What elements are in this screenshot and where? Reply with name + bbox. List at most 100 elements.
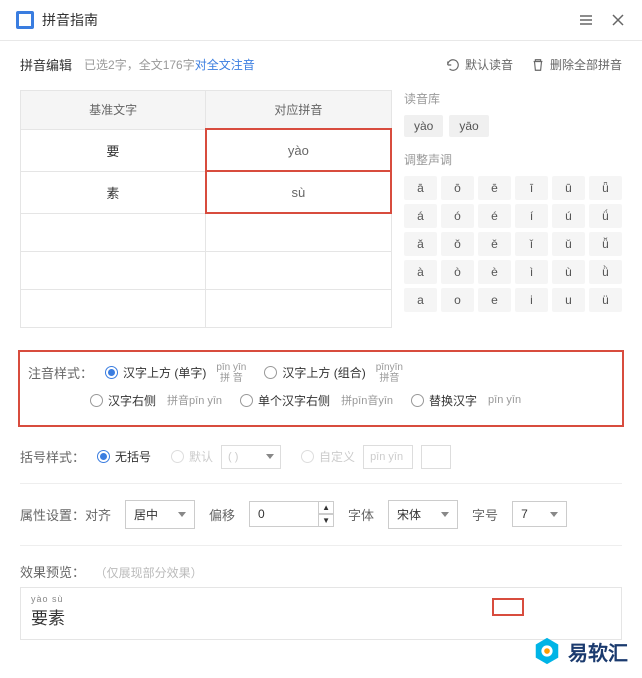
tone-cell[interactable]: ō bbox=[441, 176, 474, 200]
brand-name: 易软汇 bbox=[568, 637, 628, 666]
tone-cell[interactable]: o bbox=[441, 288, 474, 312]
char-cell: 要 bbox=[21, 129, 206, 171]
tone-cell[interactable]: ā bbox=[404, 176, 437, 200]
radio-icon bbox=[171, 450, 184, 463]
tone-cell[interactable]: i bbox=[515, 288, 548, 312]
tone-cell[interactable]: ü bbox=[589, 288, 622, 312]
menu-icon[interactable] bbox=[578, 12, 594, 28]
reading-chip[interactable]: yào bbox=[404, 115, 443, 137]
tone-cell[interactable]: ū bbox=[552, 176, 585, 200]
delete-all-label: 删除全部拼音 bbox=[550, 56, 622, 73]
chevron-down-icon bbox=[178, 512, 186, 517]
table-row[interactable]: 素 sù bbox=[21, 171, 392, 213]
style-sample: 拼音pīn yīn bbox=[167, 392, 222, 408]
radio-icon bbox=[240, 394, 253, 407]
tone-cell[interactable]: í bbox=[515, 204, 548, 228]
default-reading-button[interactable]: 默认读音 bbox=[446, 56, 513, 73]
tone-cell[interactable]: ù bbox=[552, 260, 585, 284]
chevron-down-icon bbox=[441, 512, 449, 517]
tone-cell[interactable]: ǔ bbox=[552, 232, 585, 256]
font-label: 字体 bbox=[348, 505, 374, 524]
radio-icon bbox=[411, 394, 424, 407]
align-label: 属性设置：对齐 bbox=[20, 505, 111, 524]
tone-cell[interactable]: ǘ bbox=[589, 204, 622, 228]
style-sample: pīn yīn bbox=[488, 394, 521, 406]
default-reading-label: 默认读音 bbox=[465, 56, 513, 73]
tone-cell[interactable]: ò bbox=[441, 260, 474, 284]
table-row bbox=[21, 251, 392, 289]
align-select[interactable]: 居中 bbox=[125, 500, 195, 529]
tone-cell[interactable]: ǎ bbox=[404, 232, 437, 256]
divider bbox=[20, 545, 622, 546]
tone-cell[interactable]: e bbox=[478, 288, 511, 312]
font-select[interactable]: 宋体 bbox=[388, 500, 458, 529]
reading-chip[interactable]: yāo bbox=[449, 115, 488, 137]
tone-cell[interactable]: ǜ bbox=[589, 260, 622, 284]
tone-cell[interactable]: u bbox=[552, 288, 585, 312]
style-option-above-single[interactable]: 汉字上方 (单字) bbox=[105, 364, 206, 381]
chevron-down-icon bbox=[266, 454, 274, 459]
refresh-icon bbox=[446, 58, 460, 72]
offset-down[interactable]: ▼ bbox=[318, 514, 334, 527]
logo-icon bbox=[532, 636, 562, 666]
annotate-all-link[interactable]: 对全文注音 bbox=[195, 56, 255, 73]
trash-icon bbox=[531, 58, 545, 72]
tone-cell[interactable]: ī bbox=[515, 176, 548, 200]
char-cell: 素 bbox=[21, 171, 206, 213]
window-title: 拼音指南 bbox=[42, 10, 578, 30]
tone-grid: āōēīūǖ áóéíúǘ ǎǒěǐǔǚ àòèìùǜ aoeiuü bbox=[404, 176, 622, 312]
col-base-char: 基准文字 bbox=[21, 91, 206, 130]
pinyin-cell[interactable]: sù bbox=[206, 171, 391, 213]
tone-cell[interactable]: ú bbox=[552, 204, 585, 228]
preview-pinyin: yào sù bbox=[31, 594, 611, 604]
offset-input[interactable]: 0 bbox=[249, 501, 319, 527]
tone-cell[interactable]: ì bbox=[515, 260, 548, 284]
table-row[interactable]: 要 yào bbox=[21, 129, 392, 171]
reading-bank-label: 读音库 bbox=[404, 90, 622, 107]
selection-info: 已选2字，全文176字 bbox=[84, 56, 195, 73]
tone-cell[interactable]: ē bbox=[478, 176, 511, 200]
tone-cell[interactable]: ě bbox=[478, 232, 511, 256]
toolbar: 拼音编辑 已选2字，全文176字 对全文注音 默认读音 删除全部拼音 bbox=[0, 41, 642, 82]
tone-cell[interactable]: ǖ bbox=[589, 176, 622, 200]
size-select[interactable]: 7 bbox=[512, 501, 567, 527]
style-option-above-combined[interactable]: 汉字上方 (组合) bbox=[264, 364, 365, 381]
tone-cell[interactable]: ó bbox=[441, 204, 474, 228]
radio-icon bbox=[264, 366, 277, 379]
offset-up[interactable]: ▲ bbox=[318, 501, 334, 514]
property-section: 属性设置：对齐 居中 偏移 0 ▲ ▼ 字体 宋体 字号 7 bbox=[0, 488, 642, 541]
bracket-custom-input[interactable]: pīn yīn bbox=[363, 445, 413, 469]
bracket-custom-input2[interactable] bbox=[421, 445, 451, 469]
tone-cell[interactable]: è bbox=[478, 260, 511, 284]
bracket-option-none[interactable]: 无括号 bbox=[97, 448, 151, 465]
preview-box: yào sù 要素 bbox=[20, 587, 622, 640]
annotation-style-section: 注音样式： 汉字上方 (单字) pīn yīn拼 音 汉字上方 (组合) pīn… bbox=[18, 350, 624, 427]
radio-icon bbox=[90, 394, 103, 407]
bracket-style-section: 括号样式： 无括号 默认 ( ) 自定义 pīn yīn bbox=[0, 435, 642, 479]
bracket-option-default[interactable]: 默认 bbox=[171, 448, 213, 465]
tone-cell[interactable]: á bbox=[404, 204, 437, 228]
style-option-replace[interactable]: 替换汉字 bbox=[411, 392, 477, 409]
highlight-marker bbox=[492, 598, 524, 616]
style-option-right[interactable]: 汉字右侧 bbox=[90, 392, 156, 409]
tone-cell[interactable]: é bbox=[478, 204, 511, 228]
tone-cell[interactable]: ǒ bbox=[441, 232, 474, 256]
divider bbox=[20, 483, 622, 484]
bracket-option-custom[interactable]: 自定义 bbox=[301, 448, 355, 465]
title-bar: 拼音指南 bbox=[0, 0, 642, 41]
bracket-default-select[interactable]: ( ) bbox=[221, 445, 281, 469]
brand-logo: 易软汇 bbox=[532, 636, 628, 666]
tone-cell[interactable]: a bbox=[404, 288, 437, 312]
pinyin-cell[interactable]: yào bbox=[206, 129, 391, 171]
close-icon[interactable] bbox=[610, 12, 626, 28]
col-pinyin: 对应拼音 bbox=[206, 91, 391, 130]
delete-all-button[interactable]: 删除全部拼音 bbox=[531, 56, 622, 73]
tone-adjust-label: 调整声调 bbox=[404, 151, 622, 168]
tone-cell[interactable]: ǐ bbox=[515, 232, 548, 256]
preview-label: 效果预览： bbox=[20, 565, 85, 580]
tone-cell[interactable]: à bbox=[404, 260, 437, 284]
style-option-each-right[interactable]: 单个汉字右侧 bbox=[240, 392, 330, 409]
tone-cell[interactable]: ǚ bbox=[589, 232, 622, 256]
preview-chars: 要素 bbox=[31, 604, 611, 629]
style-label: 注音样式： bbox=[28, 363, 93, 382]
